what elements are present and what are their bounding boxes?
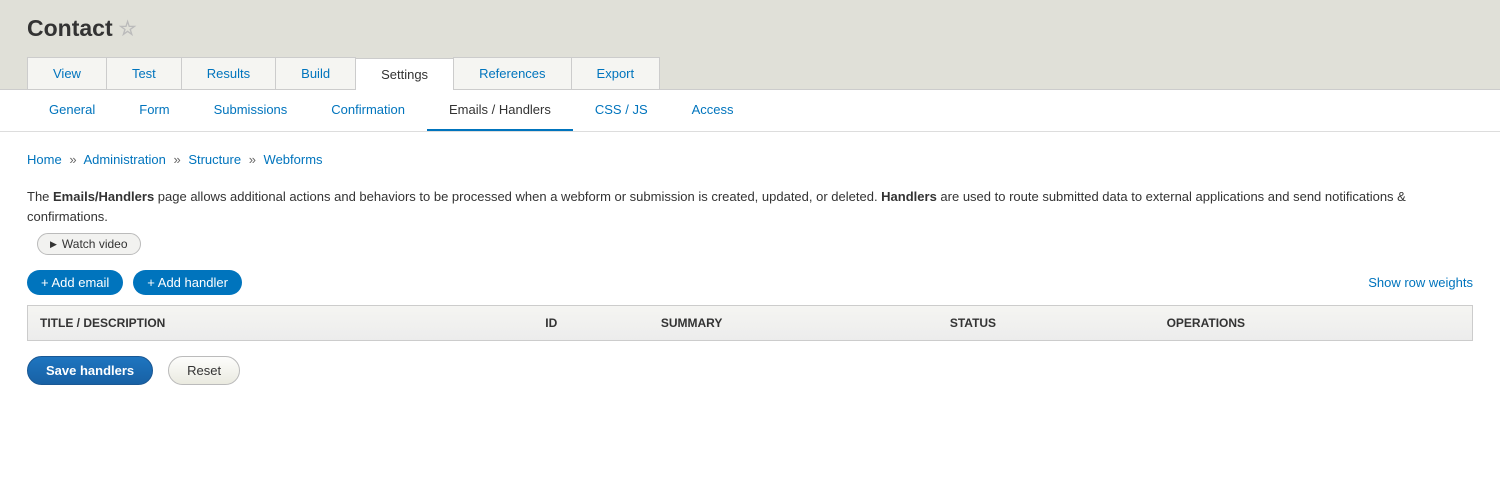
tab-references[interactable]: References [453,57,571,89]
breadcrumb: Home » Administration » Structure » Webf… [27,152,1473,167]
tab-test[interactable]: Test [106,57,182,89]
add-handler-button[interactable]: + Add handler [133,270,242,295]
subtab-confirmation[interactable]: Confirmation [309,90,427,131]
page-title-text: Contact [27,15,113,42]
form-actions: Save handlers Reset [27,356,1473,385]
add-email-button[interactable]: + Add email [27,270,123,295]
subtab-css-js[interactable]: CSS / JS [573,90,670,131]
breadcrumb-sep: » [249,152,256,167]
subtab-emails-handlers[interactable]: Emails / Handlers [427,90,573,131]
tab-build[interactable]: Build [275,57,356,89]
subtab-general[interactable]: General [27,90,117,131]
subtab-submissions[interactable]: Submissions [192,90,310,131]
breadcrumb-webforms[interactable]: Webforms [264,152,323,167]
breadcrumb-sep: » [69,152,76,167]
breadcrumb-administration[interactable]: Administration [83,152,165,167]
subtab-access[interactable]: Access [670,90,756,131]
primary-tabs: View Test Results Build Settings Referen… [27,57,1473,89]
th-id: ID [533,306,649,341]
breadcrumb-sep: » [173,152,180,167]
tab-view[interactable]: View [27,57,107,89]
secondary-tabs-wrapper: General Form Submissions Confirmation Em… [0,90,1500,132]
actions-row: + Add email + Add handler Show row weigh… [27,270,1473,295]
secondary-tabs: General Form Submissions Confirmation Em… [27,90,1473,131]
page-description: The Emails/Handlers page allows addition… [27,187,1473,226]
show-row-weights-link[interactable]: Show row weights [1368,275,1473,290]
th-summary: SUMMARY [649,306,938,341]
tab-results[interactable]: Results [181,57,276,89]
save-handlers-button[interactable]: Save handlers [27,356,153,385]
tab-settings[interactable]: Settings [355,58,454,90]
breadcrumb-structure[interactable]: Structure [188,152,241,167]
handlers-table: TITLE / DESCRIPTION ID SUMMARY STATUS OP… [27,305,1473,341]
header-region: Contact ☆ View Test Results Build Settin… [0,0,1500,90]
th-title: TITLE / DESCRIPTION [28,306,534,341]
th-operations: OPERATIONS [1155,306,1473,341]
reset-button[interactable]: Reset [168,356,240,385]
content: Home » Administration » Structure » Webf… [0,132,1500,405]
page-title: Contact ☆ [27,15,1473,42]
breadcrumb-home[interactable]: Home [27,152,62,167]
star-icon[interactable]: ☆ [119,16,137,41]
subtab-form[interactable]: Form [117,90,191,131]
th-status: STATUS [938,306,1155,341]
watch-video-button[interactable]: Watch video [37,233,141,255]
tab-export[interactable]: Export [571,57,661,89]
